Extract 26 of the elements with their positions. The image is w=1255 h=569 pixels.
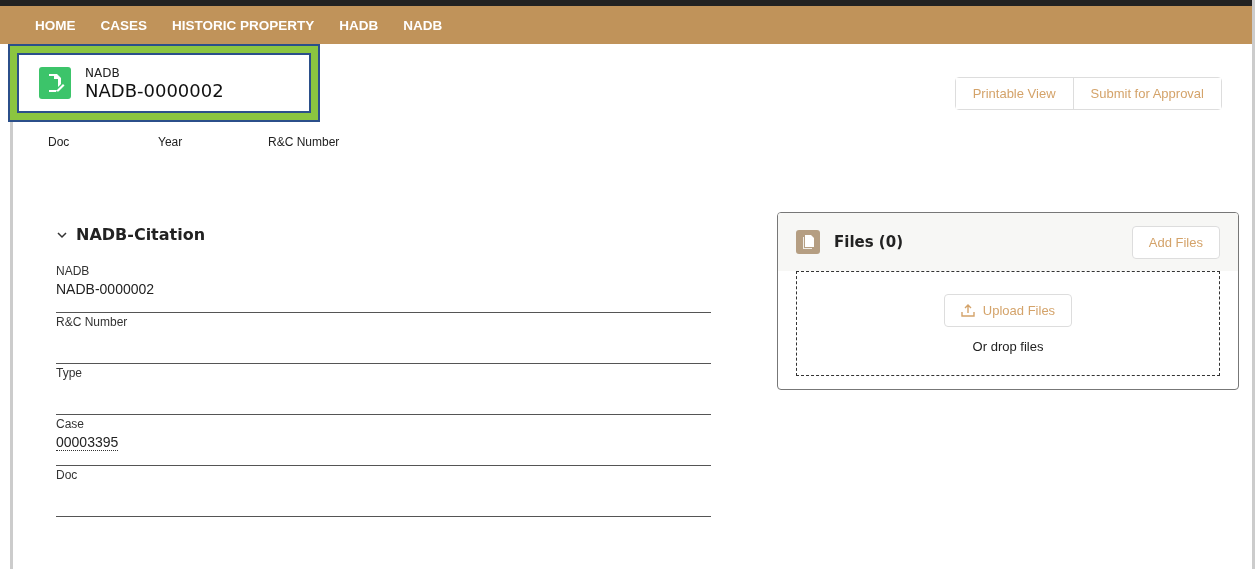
field-label: Doc — [48, 135, 71, 149]
nav-link[interactable]: HADB — [339, 17, 379, 33]
field-value: NADB-0000002 — [56, 281, 155, 297]
field-label: R&C Number — [56, 315, 129, 329]
drop-hint: Or drop files — [972, 338, 1044, 354]
files-icon — [796, 230, 820, 254]
object-label: NADB — [85, 65, 121, 80]
nav-link[interactable]: NADB — [403, 17, 443, 33]
field-label: NADB — [56, 264, 91, 278]
field-label: R&C Number — [268, 135, 340, 149]
field-label: Year — [158, 135, 184, 149]
record-title: NADB-0000002 — [85, 79, 224, 101]
drop-zone[interactable]: Upload Files Or drop files — [796, 271, 1220, 376]
field-value[interactable]: 00003395 — [56, 433, 119, 451]
add-files-button[interactable]: Add Files — [1131, 225, 1220, 259]
section-title: NADB-Citation — [76, 225, 206, 244]
upload-files-button[interactable]: Upload Files — [943, 293, 1073, 327]
nav-link[interactable]: CASES — [100, 17, 147, 33]
field-label: Case — [56, 417, 85, 431]
action-button[interactable]: Submit for Approval — [1072, 78, 1221, 109]
files-title: Files (0) — [834, 233, 904, 251]
field-label: Type — [56, 366, 83, 380]
field-label: Doc — [56, 468, 79, 482]
upload-icon — [960, 303, 975, 317]
nav-link[interactable]: HOME — [35, 17, 76, 33]
nav-link[interactable]: HISTORIC PROPERTY — [172, 17, 315, 33]
